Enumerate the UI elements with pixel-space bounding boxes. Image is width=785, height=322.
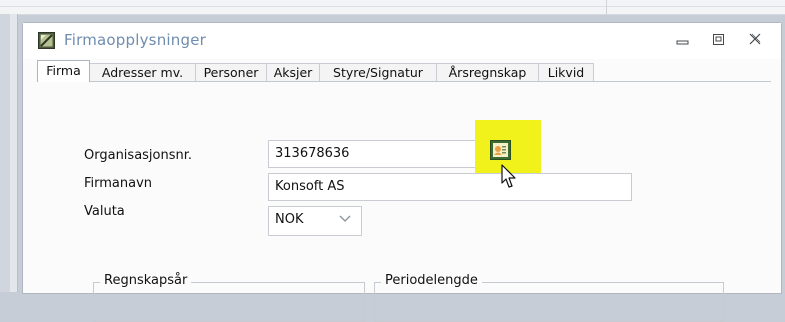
company-name-field[interactable]: Konsoft AS xyxy=(268,173,632,201)
period-length-title: Periodelengde xyxy=(381,273,482,288)
tab-adresser[interactable]: Adresser mv. xyxy=(89,63,196,81)
currency-select[interactable]: NOK xyxy=(268,206,362,236)
company-lookup-icon[interactable] xyxy=(490,140,511,160)
tab-strip: Firma Adresser mv. Personer Aksjer Styre… xyxy=(37,59,771,82)
period-length-group: Periodelengde xyxy=(374,273,724,322)
tab-personer[interactable]: Personer xyxy=(195,63,267,81)
org-number-label: Organisasjonsnr. xyxy=(84,148,193,163)
fiscal-year-group: Regnskapsår xyxy=(93,273,365,322)
tab-aksjer[interactable]: Aksjer xyxy=(266,63,320,81)
tab-arsregnskap[interactable]: Årsregnskap xyxy=(436,63,539,81)
mouse-cursor-icon xyxy=(501,164,516,188)
fiscal-year-title: Regnskapsår xyxy=(100,273,192,288)
title-bar[interactable]: Firmaopplysninger xyxy=(23,23,781,59)
background-left-panel-edge xyxy=(10,14,18,292)
window-title: Firmaopplysninger xyxy=(64,31,206,49)
tab-firma[interactable]: Firma xyxy=(37,60,90,82)
background-toolbar-line xyxy=(0,6,785,7)
background-toolbar xyxy=(0,0,785,15)
tab-likvid[interactable]: Likvid xyxy=(538,63,594,81)
org-number-field[interactable]: 313678636 xyxy=(268,140,486,168)
close-icon[interactable] xyxy=(745,31,765,49)
chevron-down-icon xyxy=(339,215,351,222)
firmaopplysninger-window: Firmaopplysninger Firma Adresser mv. Per… xyxy=(22,22,782,322)
background-toolbar-separator xyxy=(606,0,607,14)
currency-value: NOK xyxy=(275,212,304,227)
maximize-icon[interactable] xyxy=(709,31,729,49)
tab-styre-signatur[interactable]: Styre/Signatur xyxy=(319,63,437,81)
background-left-panel xyxy=(0,14,10,292)
minimize-icon[interactable] xyxy=(673,31,693,49)
company-name-label: Firmanavn xyxy=(84,176,153,191)
app-icon xyxy=(38,32,55,49)
currency-label: Valuta xyxy=(84,204,125,219)
